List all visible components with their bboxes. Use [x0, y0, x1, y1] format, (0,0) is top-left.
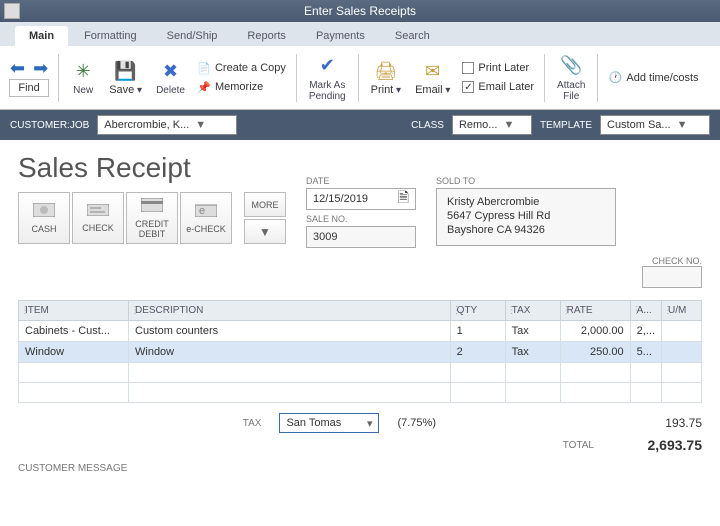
total-label: TOTAL: [563, 440, 594, 451]
separator: [597, 54, 598, 102]
customer-dropdown[interactable]: Abercrombie, K...▼: [97, 115, 237, 135]
class-label: CLASS: [411, 120, 444, 131]
nav-next-icon[interactable]: ➡: [29, 58, 52, 79]
email-icon: ✉: [421, 59, 445, 83]
window-title: Enter Sales Receipts: [304, 4, 416, 18]
save-icon: 💾: [114, 59, 138, 83]
delete-button[interactable]: ✖Delete: [150, 49, 191, 107]
new-icon: ✳: [71, 59, 95, 83]
nav-prev-icon[interactable]: ⬅: [6, 58, 29, 79]
col-um[interactable]: U/M: [662, 301, 702, 321]
col-rate[interactable]: RATE: [560, 301, 630, 321]
col-tax[interactable]: TAX: [505, 301, 560, 321]
total-amount: 2,693.75: [612, 437, 702, 453]
save-button[interactable]: 💾Save ▾: [103, 49, 148, 107]
date-field[interactable]: 12/15/2019🗎: [306, 188, 416, 210]
sold-to-label: SOLD TO: [436, 176, 616, 186]
separator: [358, 54, 359, 102]
find-button[interactable]: Find: [9, 79, 48, 97]
customer-label: CUSTOMER:JOB: [10, 120, 89, 131]
tab-reports[interactable]: Reports: [233, 26, 300, 46]
tab-main[interactable]: Main: [15, 26, 68, 46]
tax-amount: 193.75: [612, 416, 702, 430]
class-dropdown[interactable]: Remo...▼: [452, 115, 532, 135]
checkbox-checked-icon: ✓: [462, 81, 474, 93]
col-desc[interactable]: DESCRIPTION: [129, 301, 451, 321]
calendar-icon[interactable]: 🗎: [398, 187, 409, 211]
separator: [58, 54, 59, 102]
caret-down-icon: ▼: [195, 119, 206, 131]
selector-bar: CUSTOMER:JOB Abercrombie, K...▼ CLASS Re…: [0, 110, 720, 140]
create-copy-button[interactable]: 📄Create a Copy: [193, 59, 290, 77]
pay-cash-button[interactable]: CASH: [18, 192, 70, 244]
col-item[interactable]: ITEM: [19, 301, 129, 321]
date-label: DATE: [306, 176, 416, 186]
col-amt[interactable]: A...: [630, 301, 661, 321]
sale-no-label: SALE NO.: [306, 214, 416, 224]
svg-text:e: e: [199, 205, 205, 217]
caret-down-icon: ▼: [677, 119, 688, 131]
attach-button[interactable]: 📎Attach File: [551, 49, 591, 107]
window-control-icon[interactable]: [4, 3, 20, 19]
tax-dropdown[interactable]: San Tomas▾: [279, 413, 379, 433]
tab-payments[interactable]: Payments: [302, 26, 379, 46]
pay-check-button[interactable]: CHECK: [72, 192, 124, 244]
tab-sendship[interactable]: Send/Ship: [153, 26, 232, 46]
add-time-button[interactable]: 🕐Add time/costs: [604, 69, 702, 87]
table-row[interactable]: Cabinets - Cust...Custom counters1Tax2,0…: [19, 321, 702, 342]
line-items-table: ITEM DESCRIPTION QTY TAX RATE A... U/M C…: [18, 300, 702, 403]
doc-title: Sales Receipt: [18, 152, 286, 184]
clock-icon: 🕐: [608, 71, 622, 85]
email-later-check[interactable]: ✓Email Later: [458, 78, 538, 96]
ribbon: ⬅➡ Find ✳New 💾Save ▾ ✖Delete 📄Create a C…: [0, 46, 720, 110]
template-label: TEMPLATE: [540, 120, 592, 131]
tax-label: TAX: [243, 418, 262, 429]
sold-to-box[interactable]: Kristy Abercrombie 5647 Cypress Hill Rd …: [436, 188, 616, 246]
check-no-field[interactable]: [642, 266, 702, 288]
print-icon: 🖨: [374, 59, 398, 83]
delete-icon: ✖: [159, 59, 183, 83]
echeck-icon: e: [195, 203, 217, 222]
check-icon: ✔: [315, 54, 339, 78]
check-pay-icon: [87, 203, 109, 221]
tab-search[interactable]: Search: [381, 26, 444, 46]
title-bar: Enter Sales Receipts: [0, 0, 720, 22]
memorize-icon: 📌: [197, 80, 211, 94]
print-later-check[interactable]: Print Later: [458, 59, 538, 77]
pay-echeck-button[interactable]: ee-CHECK: [180, 192, 232, 244]
new-button[interactable]: ✳New: [65, 49, 101, 107]
template-dropdown[interactable]: Custom Sa...▼: [600, 115, 710, 135]
tab-formatting[interactable]: Formatting: [70, 26, 151, 46]
separator: [296, 54, 297, 102]
memorize-button[interactable]: 📌Memorize: [193, 78, 290, 96]
table-row[interactable]: WindowWindow2Tax250.005...: [19, 342, 702, 363]
attach-icon: 📎: [559, 54, 583, 78]
customer-message-label: CUSTOMER MESSAGE: [18, 463, 702, 474]
tab-bar: Main Formatting Send/Ship Reports Paymen…: [0, 22, 720, 46]
table-row[interactable]: [19, 363, 702, 383]
more-button[interactable]: MORE: [244, 192, 286, 217]
col-qty[interactable]: QTY: [450, 301, 505, 321]
payment-methods: CASH CHECK CREDIT DEBIT ee-CHECK: [18, 192, 232, 244]
mark-pending-button[interactable]: ✔Mark As Pending: [303, 49, 352, 107]
checkbox-unchecked-icon: [462, 62, 474, 74]
email-button[interactable]: ✉Email ▾: [409, 49, 456, 107]
more-dropdown-button[interactable]: ▼: [244, 219, 286, 244]
doc-area: Sales Receipt CASH CHECK CREDIT DEBIT ee…: [0, 140, 720, 486]
caret-down-icon: ▼: [503, 119, 514, 131]
tax-percent: (7.75%): [397, 417, 436, 429]
separator: [544, 54, 545, 102]
card-icon: [141, 198, 163, 217]
pay-credit-button[interactable]: CREDIT DEBIT: [126, 192, 178, 244]
check-no-label: CHECK NO.: [652, 256, 702, 266]
sale-no-field[interactable]: 3009: [306, 226, 416, 248]
caret-down-icon: ▾: [367, 417, 373, 430]
caret-down-icon: ▼: [259, 225, 271, 239]
cash-icon: [33, 203, 55, 222]
table-row[interactable]: [19, 383, 702, 403]
print-button[interactable]: 🖨Print ▾: [365, 49, 407, 107]
copy-icon: 📄: [197, 61, 211, 75]
